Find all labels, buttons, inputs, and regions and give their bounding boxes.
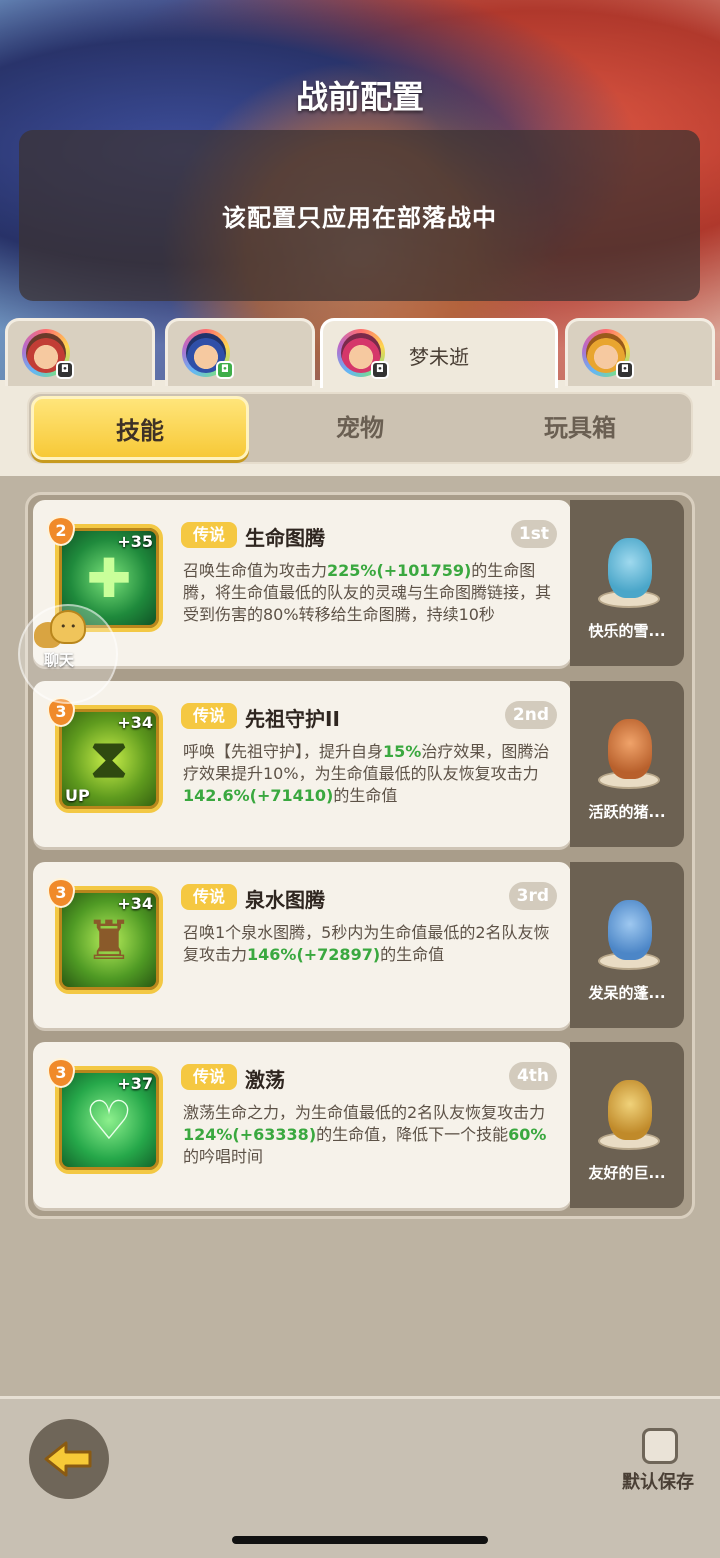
pet-slot[interactable]: 友好的巨... [570,1042,684,1208]
skill-description: 呼唤【先祖守护】，提升自身15%治疗效果，图腾治疗效果提升10%，为生命值最低的… [183,742,550,805]
skill-rank: 2nd [504,701,557,729]
tab-skills[interactable]: 技能 [31,396,249,460]
upgrade-label: UP [65,786,90,805]
pet-image [594,880,664,970]
notice-text: 该配置只应用在部落战中 [222,204,497,232]
chat-icon [34,610,86,652]
player-tab-4[interactable]: ◘ [565,318,715,386]
game-controller-icon: ◘ [56,361,74,379]
pet-slot[interactable]: 发呆的蓬... [570,862,684,1028]
rarity-badge: 传说 [181,1064,237,1090]
skill-description: 激荡生命之力，为生命值最低的2名队友恢复攻击力124%(+63338)的生命值，… [183,1103,547,1166]
pet-name: 快乐的雪... [588,622,666,640]
tab-toybox[interactable]: 玩具箱 [471,396,689,460]
game-controller-icon: ◘ [371,361,389,379]
tab-pets[interactable]: 宠物 [251,396,469,460]
skill-rank: 1st [510,520,557,548]
arrow-left-icon [44,1441,92,1477]
back-button[interactable] [29,1419,109,1499]
skill-description: 召唤生命值为攻击力225%(+101759)的生命图腾，将生命值最低的队友的灵魂… [183,561,552,624]
notice-panel: 该配置只应用在部落战中 [19,130,700,301]
skill-name: 生命图腾 [245,526,325,550]
pet-name: 友好的巨... [588,1164,666,1182]
player-tab-2[interactable]: ◘ [165,318,315,386]
home-indicator [232,1536,488,1544]
rarity-badge: 传说 [181,522,237,548]
skill-name: 先祖守护II [245,707,340,731]
skill-card[interactable]: ♜ +34 3 传说 泉水图腾 3rd 召唤1个泉水图腾，5秒内为生命值最低的2… [33,862,571,1028]
skill-description: 召唤1个泉水图腾，5秒内为生命值最低的2名队友恢复攻击力146%(+72897)… [183,923,550,964]
skill-bonus: +35 [117,532,153,551]
player-tab-1[interactable]: ◘ [5,318,155,386]
default-save-label: 默认保存 [622,1472,694,1493]
chat-button[interactable]: 聊天 [18,604,118,704]
skill-card[interactable]: ⧗ +34 UP 3 传说 先祖守护II 2nd 呼唤【先祖守护】，提升自身15… [33,681,571,847]
page-title: 战前配置 [295,78,424,116]
skill-bonus: +34 [117,713,153,732]
pet-slot[interactable]: 快乐的雪... [570,500,684,666]
avatar: ◘ [582,329,634,379]
skill-rank: 4th [508,1062,557,1090]
pet-name: 发呆的蓬... [588,984,666,1002]
category-tab-bar: 技能 宠物 玩具箱 [27,392,693,464]
avatar: ◘ [337,329,389,379]
skill-name: 激荡 [245,1068,285,1092]
skill-rank: 3rd [508,882,557,910]
pet-slot[interactable]: 活跃的猪... [570,681,684,847]
pet-image [594,518,664,608]
skill-card[interactable]: ♡ +37 3 传说 激荡 4th 激荡生命之力，为生命值最低的2名队友恢复攻击… [33,1042,571,1208]
pet-image [594,699,664,789]
footer [0,1396,720,1558]
pet-name: 活跃的猪... [588,803,666,821]
skill-name: 泉水图腾 [245,888,325,912]
avatar: ◘ [22,329,74,379]
chat-icon: ◘ [216,361,234,379]
pet-image [594,1060,664,1150]
skill-bonus: +37 [117,1074,153,1093]
chat-label: 聊天 [44,651,75,669]
rarity-badge: 传说 [181,703,237,729]
avatar: ◘ [182,329,234,379]
default-save-checkbox[interactable] [642,1428,678,1464]
rarity-badge: 传说 [181,884,237,910]
player-name: 梦未逝 [409,345,469,369]
player-tab-3[interactable]: ◘ 梦未逝 [320,318,558,388]
skill-bonus: +34 [117,894,153,913]
game-controller-icon: ◘ [616,361,634,379]
